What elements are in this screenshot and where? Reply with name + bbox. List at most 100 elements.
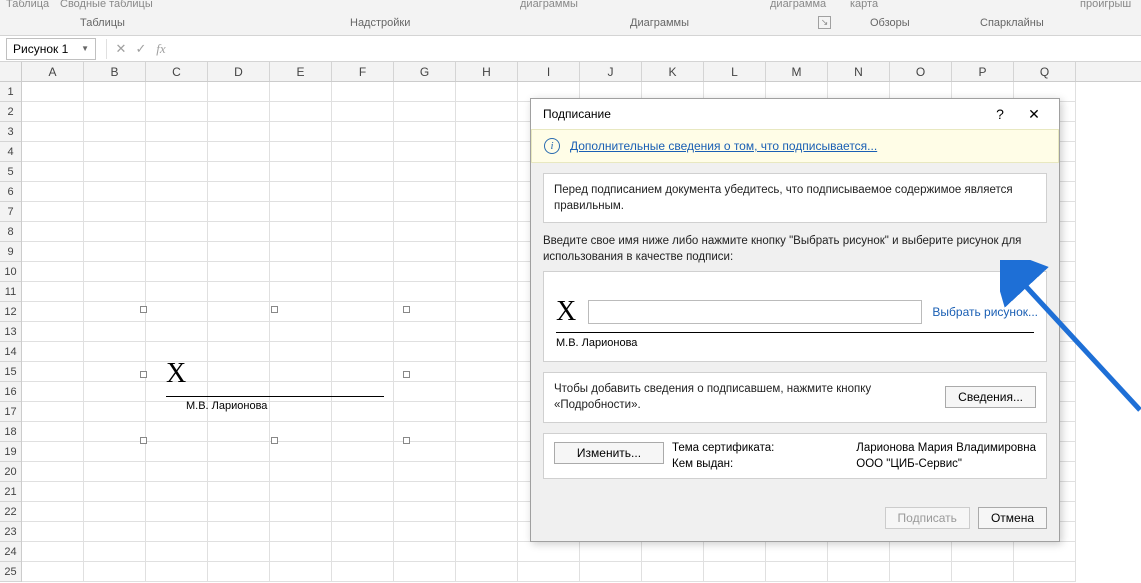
- cell[interactable]: [146, 202, 208, 222]
- cell[interactable]: [22, 322, 84, 342]
- cell[interactable]: [22, 502, 84, 522]
- cell[interactable]: [84, 262, 146, 282]
- row-header[interactable]: 22: [0, 502, 21, 522]
- info-link[interactable]: Дополнительные сведения о том, что подпи…: [570, 139, 877, 153]
- cell[interactable]: [518, 542, 580, 562]
- cell[interactable]: [84, 362, 146, 382]
- cell[interactable]: [270, 442, 332, 462]
- cell[interactable]: [456, 462, 518, 482]
- cell[interactable]: [518, 562, 580, 582]
- resize-handle[interactable]: [140, 371, 147, 378]
- column-header[interactable]: C: [146, 62, 208, 81]
- cell[interactable]: [22, 402, 84, 422]
- cell[interactable]: [22, 182, 84, 202]
- cell[interactable]: [146, 542, 208, 562]
- resize-handle[interactable]: [403, 437, 410, 444]
- cell[interactable]: [394, 562, 456, 582]
- signature-name-input[interactable]: [588, 300, 922, 324]
- confirm-edit-icon[interactable]: ✓: [131, 41, 151, 57]
- cell[interactable]: [332, 142, 394, 162]
- resize-handle[interactable]: [271, 306, 278, 313]
- cell[interactable]: [22, 142, 84, 162]
- cell[interactable]: [146, 482, 208, 502]
- cell[interactable]: [456, 182, 518, 202]
- cell[interactable]: [332, 122, 394, 142]
- row-header[interactable]: 13: [0, 322, 21, 342]
- cell[interactable]: [394, 222, 456, 242]
- cell[interactable]: [84, 182, 146, 202]
- cell[interactable]: [580, 562, 642, 582]
- cell[interactable]: [952, 542, 1014, 562]
- cell[interactable]: [332, 222, 394, 242]
- cell[interactable]: [84, 502, 146, 522]
- cell[interactable]: [22, 122, 84, 142]
- cell[interactable]: [22, 382, 84, 402]
- cell[interactable]: [456, 362, 518, 382]
- cell[interactable]: [22, 362, 84, 382]
- choose-image-link[interactable]: Выбрать рисунок...: [932, 305, 1038, 319]
- cell[interactable]: [146, 502, 208, 522]
- cell[interactable]: [270, 262, 332, 282]
- cell[interactable]: [208, 442, 270, 462]
- column-header[interactable]: D: [208, 62, 270, 81]
- cell[interactable]: [456, 482, 518, 502]
- cell[interactable]: [456, 322, 518, 342]
- cell[interactable]: [394, 282, 456, 302]
- cell[interactable]: [394, 202, 456, 222]
- column-header[interactable]: L: [704, 62, 766, 81]
- close-icon[interactable]: ✕: [1017, 106, 1051, 123]
- cell[interactable]: [270, 562, 332, 582]
- row-header[interactable]: 5: [0, 162, 21, 182]
- cell[interactable]: [146, 462, 208, 482]
- column-header[interactable]: H: [456, 62, 518, 81]
- cell[interactable]: [332, 102, 394, 122]
- cell[interactable]: [84, 562, 146, 582]
- cell[interactable]: [22, 422, 84, 442]
- cell[interactable]: [22, 82, 84, 102]
- cell[interactable]: [704, 562, 766, 582]
- cell[interactable]: [270, 522, 332, 542]
- cell[interactable]: [456, 542, 518, 562]
- cell[interactable]: [270, 162, 332, 182]
- help-icon[interactable]: ?: [983, 106, 1017, 122]
- cell[interactable]: [642, 542, 704, 562]
- charts-dialog-launcher-icon[interactable]: ↘: [818, 16, 831, 29]
- cell[interactable]: [704, 542, 766, 562]
- resize-handle[interactable]: [271, 437, 278, 444]
- cell[interactable]: [456, 422, 518, 442]
- cell[interactable]: [766, 542, 828, 562]
- cell[interactable]: [332, 462, 394, 482]
- row-header[interactable]: 25: [0, 562, 21, 582]
- cell[interactable]: [456, 402, 518, 422]
- column-header[interactable]: M: [766, 62, 828, 81]
- cell[interactable]: [394, 482, 456, 502]
- row-header[interactable]: 19: [0, 442, 21, 462]
- cell[interactable]: [208, 242, 270, 262]
- cell[interactable]: [84, 402, 146, 422]
- cell[interactable]: [270, 82, 332, 102]
- cell[interactable]: [208, 562, 270, 582]
- cell[interactable]: [22, 522, 84, 542]
- cell[interactable]: [456, 442, 518, 462]
- cell[interactable]: [146, 282, 208, 302]
- cell[interactable]: [84, 102, 146, 122]
- cell[interactable]: [394, 122, 456, 142]
- cell[interactable]: [456, 302, 518, 322]
- cell[interactable]: [270, 282, 332, 302]
- row-header[interactable]: 12: [0, 302, 21, 322]
- cell[interactable]: [208, 462, 270, 482]
- cell[interactable]: [208, 82, 270, 102]
- cell[interactable]: [270, 222, 332, 242]
- resize-handle[interactable]: [140, 306, 147, 313]
- cell[interactable]: [332, 242, 394, 262]
- formula-input[interactable]: [171, 39, 1141, 59]
- cell[interactable]: [332, 202, 394, 222]
- cell[interactable]: [332, 502, 394, 522]
- resize-handle[interactable]: [403, 371, 410, 378]
- cell[interactable]: [22, 302, 84, 322]
- cell[interactable]: [84, 522, 146, 542]
- cell[interactable]: [394, 462, 456, 482]
- row-header[interactable]: 4: [0, 142, 21, 162]
- cell[interactable]: [394, 242, 456, 262]
- row-header[interactable]: 16: [0, 382, 21, 402]
